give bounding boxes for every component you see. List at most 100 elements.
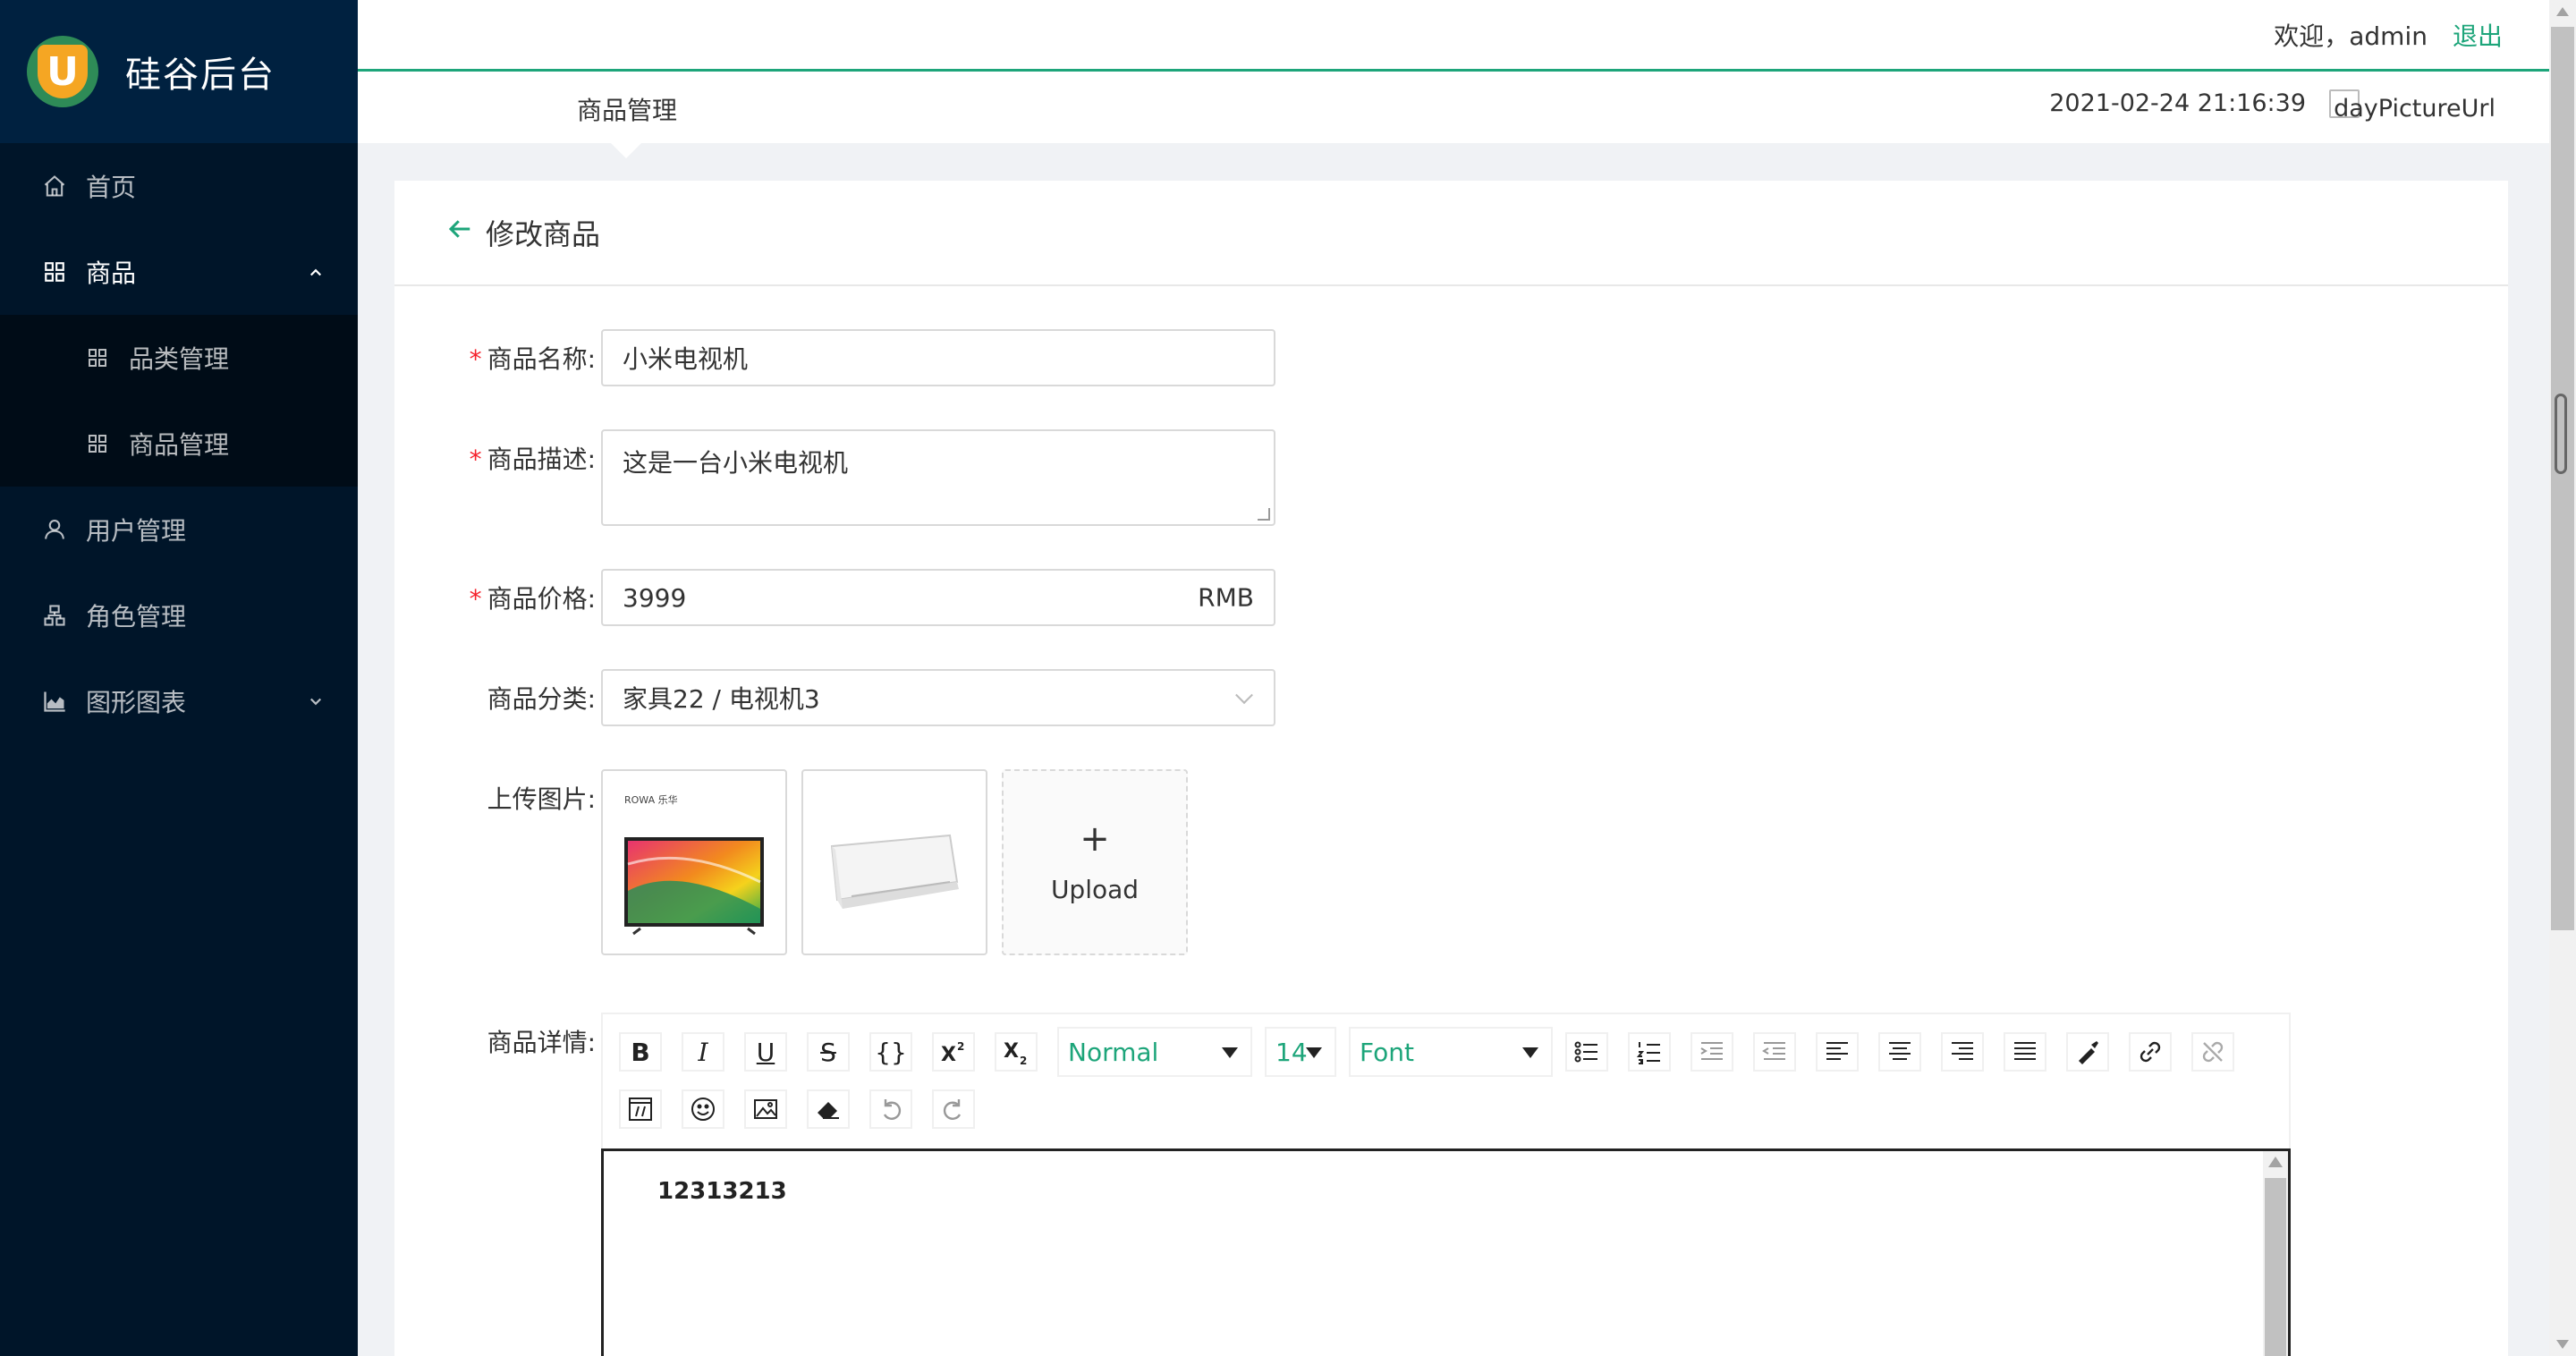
form-row-desc: * 商品描述: 这是一台小米电视机 — [394, 429, 1275, 526]
appstore-icon — [84, 430, 111, 457]
sidebar-item-users[interactable]: 用户管理 — [0, 487, 358, 572]
code-button[interactable]: {} — [869, 1032, 912, 1072]
form-label: * 商品名称: — [469, 344, 596, 374]
app-title: 硅谷后台 — [125, 55, 275, 96]
svg-text:2: 2 — [957, 1040, 964, 1053]
redo-icon[interactable] — [932, 1089, 975, 1129]
page-scrollbar[interactable] — [2549, 0, 2576, 1356]
arrow-left-icon[interactable] — [446, 215, 473, 250]
chevron-down-icon — [1235, 686, 1253, 705]
ordered-list-icon[interactable] — [1628, 1032, 1671, 1072]
datetime: 2021-02-24 21:16:39 — [2049, 89, 2306, 117]
form-label: 上传图片: — [487, 784, 596, 814]
uploaded-image-tv[interactable]: ROWA 乐华 — [601, 769, 787, 955]
italic-button[interactable]: I — [682, 1032, 724, 1072]
sidebar-item-category[interactable]: 品类管理 — [0, 315, 358, 401]
editor-scrollbar[interactable] — [2263, 1151, 2288, 1356]
plus-icon: + — [1080, 818, 1110, 860]
scroll-grip-icon[interactable] — [2555, 394, 2567, 474]
product-desc-textarea[interactable]: 这是一台小米电视机 — [601, 429, 1275, 526]
align-justify-icon[interactable] — [2004, 1032, 2046, 1072]
sidebar-item-label: 商品 — [86, 258, 137, 288]
tv-brand-text: ROWA 乐华 — [624, 793, 678, 806]
sidebar-item-roles[interactable]: 角色管理 — [0, 572, 358, 658]
form-label: 商品详情: — [487, 1028, 596, 1057]
editor-content-area[interactable]: 12313213 — [601, 1148, 2291, 1356]
scroll-down-icon[interactable] — [2556, 1340, 2569, 1349]
weather-alt-text: dayPictureUrl — [2334, 95, 2496, 123]
sidebar-item-label: 用户管理 — [86, 516, 187, 546]
form-label: * 商品价格: — [469, 584, 596, 614]
link-icon[interactable] — [2129, 1032, 2172, 1072]
sidebar-item-label: 商品管理 — [129, 430, 230, 460]
form-row-images: 上传图片: ROWA 乐华 + Upload — [394, 769, 1188, 955]
header: 欢迎，admin 退出 商品管理 2021-02-24 21:16:39 day… — [358, 0, 2549, 158]
align-right-icon[interactable] — [1941, 1032, 1984, 1072]
page-title: 商品管理 — [577, 96, 678, 125]
sidebar-item-label: 品类管理 — [129, 344, 230, 374]
font-size-select[interactable]: 14 — [1265, 1027, 1336, 1077]
required-mark: * — [469, 584, 482, 614]
scroll-up-icon[interactable] — [2556, 7, 2569, 16]
caret-down-icon — [1222, 1047, 1238, 1058]
edit-product-card: 修改商品 * 商品名称: 小米电视机 * 商品描述: 这是一台小米电视机 * 商品价格… — [394, 181, 2508, 1356]
logout-link[interactable]: 退出 — [2453, 17, 2503, 53]
logo-letter: U — [38, 45, 88, 98]
editor-scrollbar-thumb[interactable] — [2265, 1178, 2286, 1356]
welcome-text: 欢迎，admin — [2274, 21, 2428, 51]
emoji-icon[interactable] — [682, 1089, 724, 1129]
code-view-icon[interactable] — [619, 1089, 662, 1129]
breadcrumb-caret — [608, 140, 644, 158]
product-name-input[interactable]: 小米电视机 — [601, 329, 1275, 386]
price-suffix: RMB — [1198, 582, 1254, 613]
block-format-select[interactable]: Normal — [1057, 1027, 1252, 1077]
sidebar-item-products[interactable]: 商品 — [0, 229, 358, 315]
color-picker-icon[interactable] — [2066, 1032, 2109, 1072]
editor-toolbar: B I U S {} X2 X2 Normal 14 Font — [601, 1013, 2291, 1148]
indent-icon[interactable] — [1690, 1032, 1733, 1072]
upload-label: Upload — [1050, 874, 1140, 904]
unlink-icon[interactable] — [2191, 1032, 2234, 1072]
required-mark: * — [469, 344, 482, 374]
unordered-list-icon[interactable] — [1565, 1032, 1608, 1072]
sidebar-item-label: 角色管理 — [86, 602, 187, 631]
form-row-price: * 商品价格: 3999 RMB — [394, 569, 1275, 626]
logo-area[interactable]: U 硅谷后台 — [0, 0, 358, 143]
form-row-name: * 商品名称: 小米电视机 — [394, 329, 1275, 386]
category-cascader[interactable]: 家具22 / 电视机3 — [601, 669, 1275, 726]
svg-text:X: X — [941, 1044, 956, 1066]
rich-text-editor: B I U S {} X2 X2 Normal 14 Font 12313213 — [601, 1013, 2291, 1356]
user-icon — [41, 516, 68, 543]
undo-icon[interactable] — [869, 1089, 912, 1129]
resize-handle-icon[interactable] — [1258, 508, 1270, 521]
header-bottom: 商品管理 2021-02-24 21:16:39 dayPictureUrl — [358, 72, 2549, 158]
font-family-select[interactable]: Font — [1349, 1027, 1553, 1077]
sidebar-item-charts[interactable]: 图形图表 — [0, 658, 358, 744]
required-mark: * — [469, 445, 482, 474]
sidebar-item-product-manage[interactable]: 商品管理 — [0, 401, 358, 487]
home-icon — [41, 173, 68, 199]
page-scrollbar-thumb[interactable] — [2551, 27, 2574, 930]
superscript-icon[interactable]: X2 — [932, 1032, 975, 1072]
eraser-icon[interactable] — [807, 1089, 850, 1129]
upload-button[interactable]: + Upload — [1002, 769, 1188, 955]
sidebar-item-home[interactable]: 首页 — [0, 143, 358, 229]
product-price-input[interactable]: 3999 RMB — [601, 569, 1275, 626]
editor-content-text: 12313213 — [657, 1178, 787, 1205]
underline-button[interactable]: U — [744, 1032, 787, 1072]
svg-text:X: X — [1004, 1040, 1019, 1063]
sidebar-item-label: 图形图表 — [86, 688, 187, 717]
align-center-icon[interactable] — [1878, 1032, 1921, 1072]
bold-button[interactable]: B — [619, 1032, 662, 1072]
outdent-icon[interactable] — [1753, 1032, 1796, 1072]
appstore-icon — [41, 258, 68, 285]
scroll-up-icon[interactable] — [2268, 1157, 2283, 1167]
strikethrough-button[interactable]: S — [807, 1032, 850, 1072]
uploaded-image-ac[interactable] — [801, 769, 987, 955]
appstore-icon — [84, 344, 111, 371]
image-icon[interactable] — [744, 1089, 787, 1129]
align-left-icon[interactable] — [1816, 1032, 1859, 1072]
subscript-icon[interactable]: X2 — [995, 1032, 1038, 1072]
header-top: 欢迎，admin 退出 — [358, 0, 2549, 72]
chevron-down-icon — [308, 687, 324, 716]
